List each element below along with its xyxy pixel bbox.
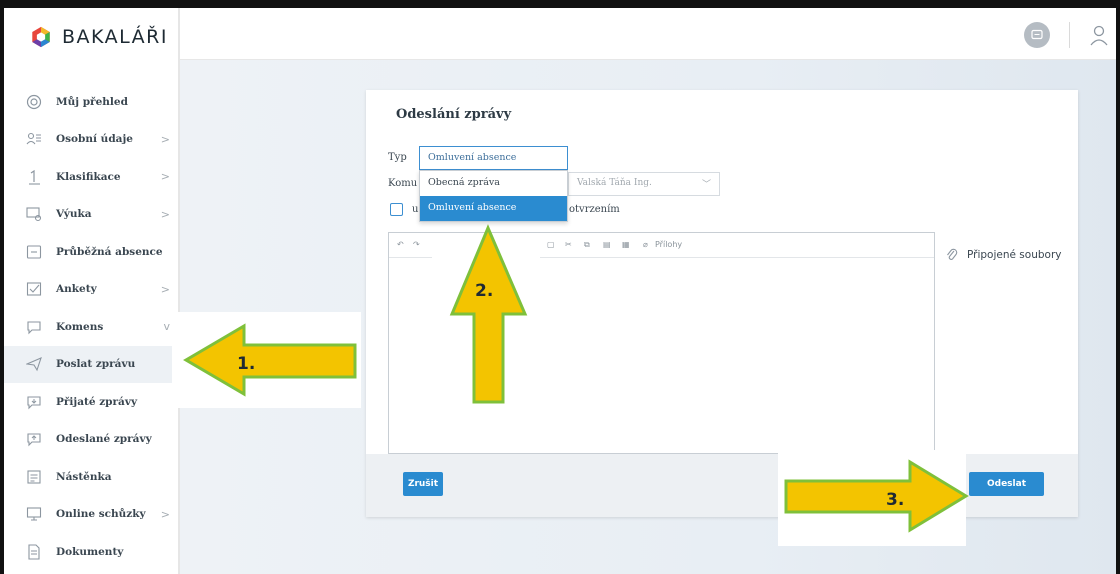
form-footer: Zrušit Odeslat [366,454,1078,517]
copy-icon[interactable]: ⧉ [584,240,590,250]
send-button[interactable]: Odeslat [969,472,1044,496]
absence-icon [26,244,42,260]
sidebar-item-nastenka[interactable]: Nástěnka [4,458,180,496]
sidebar-item-label: Výuka [56,208,92,221]
sidebar-item-label: Odeslané zprávy [56,433,152,446]
sidebar-item-label: Online schůzky [56,508,146,521]
sidebar-item-dokumenty[interactable]: Dokumenty [4,533,180,571]
page-title: Odeslání zprávy [396,107,512,122]
teaching-icon [26,206,42,222]
documents-icon [26,544,42,560]
sidebar-item-label: Poslat zprávu [56,358,136,371]
paste-word-icon[interactable]: ▦ [622,240,630,249]
sidebar-item-label: Můj přehled [56,95,128,108]
sidebar-item-label: Klasifikace [56,170,121,183]
survey-icon [26,281,42,297]
paste-text-icon[interactable]: ▤ [603,240,611,249]
cancel-button[interactable]: Zrušit [403,472,443,496]
checkbox-label-start: u [412,204,419,215]
komu-value: Valská Táňa Ing. [577,178,652,188]
sidebar-item-klasifikace[interactable]: Klasifikace > [4,158,180,196]
topbar-divider [1069,22,1070,48]
sidebar-item-online-schuzky[interactable]: Online schůzky > [4,496,180,534]
sidebar-nav: Můj přehled Osobní údaje > Klasifikace >… [4,83,180,571]
sidebar-item-prubezna-absence[interactable]: Průběžná absence [4,233,180,271]
chevron-right-icon: > [160,207,170,221]
paperclip-icon [947,248,958,260]
typ-label: Typ [388,152,407,163]
sidebar-item-odeslane-zpravy[interactable]: Odeslané zprávy [4,421,180,459]
send-message-icon [26,356,42,372]
sidebar-item-poslat-zpravu[interactable]: Poslat zprávu [4,345,180,383]
chat-button[interactable] [1024,22,1050,48]
top-bar [180,8,1116,60]
sent-icon [26,431,42,447]
komens-icon [26,319,42,335]
typ-select[interactable]: Omluvení absence [419,146,568,170]
personal-data-icon [26,131,42,147]
logo-text: BAKALÁŘI [62,26,168,48]
komu-label: Komu [388,178,418,189]
undo-icon[interactable]: ↶ [397,240,404,249]
dropdown-option-obecna-zprava[interactable]: Obecná zpráva [420,171,567,196]
sidebar-item-osobni-udaje[interactable]: Osobní údaje > [4,121,180,159]
sidebar-item-ankety[interactable]: Ankety > [4,271,180,309]
confirmation-checkbox[interactable] [390,203,403,216]
sidebar-item-prijate-zpravy[interactable]: Přijaté zprávy [4,383,180,421]
dropdown-option-omluveni-absence[interactable]: Omluvení absence [420,196,567,221]
paste-icon[interactable]: ▢ [547,240,555,249]
chevron-right-icon: > [160,507,170,521]
chevron-right-icon: > [160,282,170,296]
sidebar-item-muj-prehled[interactable]: Můj přehled [4,83,180,121]
typ-dropdown: Obecná zpráva Omluvení absence [419,170,568,222]
chevron-right-icon: > [160,132,170,146]
sidebar-item-label: Osobní údaje [56,133,133,146]
cut-icon[interactable]: ✂ [565,240,572,249]
noticeboard-icon [26,469,42,485]
online-meeting-icon [26,506,42,522]
sidebar-item-label: Komens [56,320,104,333]
inbox-icon [26,394,42,410]
annotation-box-2 [432,234,540,410]
sidebar-item-komens[interactable]: Komens v [4,308,180,346]
redo-icon[interactable]: ↷ [413,240,420,249]
sidebar-item-label: Ankety [56,283,97,296]
checkbox-label-end: otvrzením [569,204,620,215]
user-icon[interactable] [1088,24,1110,46]
sidebar-item-label: Nástěnka [56,470,112,483]
komu-select[interactable]: Valská Táňa Ing. ﹀ [568,172,720,196]
sidebar-item-label: Průběžná absence [56,245,163,258]
attached-files-label: Připojené soubory [967,249,1062,261]
chevron-right-icon: > [160,170,170,184]
annotation-box-1 [172,312,361,408]
paperclip-icon[interactable]: ⌀ [643,240,648,249]
grade-icon [26,169,42,185]
dashboard-icon [26,94,42,110]
annotation-box-3 [778,450,966,546]
bakalari-logo-icon [32,26,50,48]
attached-files: Připojené soubory [946,248,1061,262]
sidebar: BAKALÁŘI Můj přehled Osobní údaje > Klas… [4,8,180,574]
chat-icon [1031,29,1043,40]
chevron-down-icon: ﹀ [701,180,711,190]
app-logo[interactable]: BAKALÁŘI [30,26,168,48]
attachments-button[interactable]: Přílohy [655,240,682,249]
sidebar-item-label: Přijaté zprávy [56,395,138,408]
sidebar-item-label: Dokumenty [56,545,124,558]
chevron-down-icon: v [163,320,170,334]
sidebar-item-vyuka[interactable]: Výuka > [4,196,180,234]
